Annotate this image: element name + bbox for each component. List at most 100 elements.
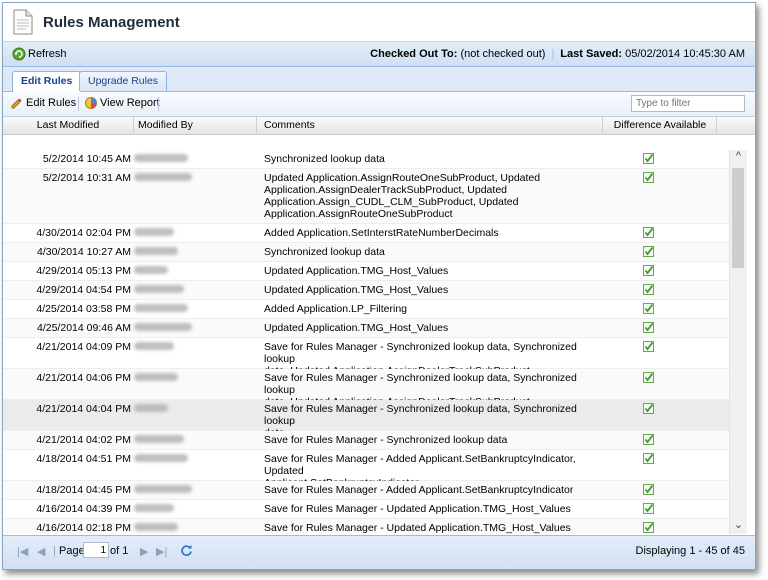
checked-out-value: (not checked out) <box>460 48 546 60</box>
table-row[interactable]: 4/30/2014 10:27 AM Synchronized lookup da… <box>3 243 729 262</box>
reload-icon[interactable] <box>180 544 193 557</box>
modified-by-cell <box>134 172 249 184</box>
last-modified-cell: 4/21/2014 04:04 PM <box>36 403 131 415</box>
tab-edit-rules[interactable]: Edit Rules <box>12 71 82 92</box>
first-page-icon[interactable]: |◀ <box>17 545 28 558</box>
comment-line: Added Application.LP_Filtering <box>264 303 408 315</box>
redacted-name <box>134 154 188 162</box>
table-row[interactable]: 4/29/2014 05:13 PM Updated Application.TM… <box>3 262 729 281</box>
comment-line: Updated Application.TMG_Host_Values <box>264 284 449 296</box>
table-row[interactable]: 4/29/2014 04:54 PM Updated Application.TM… <box>3 281 729 300</box>
table-row[interactable]: 4/16/2014 02:18 PM Save for Rules Manager… <box>3 519 729 534</box>
table-row[interactable]: 5/2/2014 10:31 AM Updated Application.Ass… <box>3 169 729 224</box>
prev-page-icon[interactable]: ◀ <box>37 545 45 558</box>
comment-line: Updated Application.TMG_Host_Values <box>264 322 449 334</box>
difference-available-cell[interactable] <box>643 453 655 467</box>
comments-cell: Save for Rules Manager - Updated Applica… <box>264 522 594 534</box>
table-row[interactable]: 4/21/2014 04:04 PM Save for Rules Manager… <box>3 400 729 439</box>
grid-body: 5/2/2014 10:45 AM Synchronized lookup dat… <box>3 150 729 534</box>
page-label: Page <box>59 545 85 557</box>
difference-available-cell[interactable] <box>643 403 655 417</box>
table-row[interactable]: 4/25/2014 09:46 AM Updated Application.TM… <box>3 319 729 338</box>
check-icon <box>643 303 654 314</box>
modified-by-cell <box>134 227 249 239</box>
last-modified-cell: 4/21/2014 04:09 PM <box>36 341 131 353</box>
column-comments[interactable]: Comments <box>258 117 603 134</box>
difference-available-cell[interactable] <box>643 322 655 336</box>
scroll-down-arrow[interactable]: ⌄ <box>730 518 747 534</box>
check-icon <box>643 265 654 276</box>
comment-line: Application.AssignDealerTrackSubProduct,… <box>264 184 507 196</box>
check-icon <box>643 372 654 383</box>
check-icon <box>643 522 654 533</box>
check-icon <box>643 403 654 414</box>
table-row[interactable]: 4/16/2014 04:39 PM Save for Rules Manager… <box>3 500 729 519</box>
check-icon <box>643 503 654 514</box>
pager-divider: | <box>53 545 56 557</box>
comments-cell: Synchronized lookup data <box>264 246 594 258</box>
column-difference-available[interactable]: Difference Available <box>604 117 717 134</box>
edit-rules-icon <box>11 98 22 109</box>
table-row[interactable]: 4/21/2014 04:02 PM Save for Rules Manager… <box>3 431 729 450</box>
scrollbar-thumb[interactable] <box>732 168 744 268</box>
difference-available-cell[interactable] <box>643 341 655 355</box>
scroll-up-arrow[interactable]: ^ <box>730 150 747 166</box>
modified-by-cell <box>134 303 249 315</box>
table-row[interactable]: 4/30/2014 02:04 PM Added Application.SetI… <box>3 224 729 243</box>
table-row[interactable]: 4/21/2014 04:06 PM Save for Rules Manager… <box>3 369 729 408</box>
page-number-input[interactable] <box>83 542 109 558</box>
last-saved-label: Last Saved: <box>560 48 623 60</box>
last-modified-cell: 4/29/2014 05:13 PM <box>36 265 131 277</box>
refresh-button[interactable]: Refresh <box>12 47 67 61</box>
difference-available-cell[interactable] <box>643 503 655 517</box>
difference-available-cell[interactable] <box>643 434 655 448</box>
vertical-scrollbar[interactable]: ^ ⌄ <box>729 150 747 534</box>
last-modified-cell: 4/25/2014 03:58 PM <box>36 303 131 315</box>
last-modified-cell: 4/30/2014 10:27 AM <box>37 246 131 258</box>
table-row[interactable]: 4/18/2014 04:51 PM Save for Rules Manager… <box>3 450 729 489</box>
comment-line: Save for Rules Manager - Added Applicant… <box>264 484 574 496</box>
comment-line: Synchronized lookup data <box>264 153 385 165</box>
column-last-modified[interactable]: Last Modified <box>3 117 134 134</box>
next-page-icon[interactable]: ▶ <box>140 545 148 558</box>
comments-cell: Save for Rules Manager - Added Applicant… <box>264 484 594 496</box>
difference-available-cell[interactable] <box>643 284 655 298</box>
comment-line: Synchronized lookup data <box>264 246 385 258</box>
page-count-label: of 1 <box>110 545 129 557</box>
comment-line: Added Application.SetInterstRateNumberDe… <box>264 227 499 239</box>
difference-available-cell[interactable] <box>643 153 655 167</box>
difference-available-cell[interactable] <box>643 522 655 534</box>
column-modified-by[interactable]: Modified By <box>134 117 257 134</box>
difference-available-cell[interactable] <box>643 246 655 260</box>
modified-by-cell <box>134 403 249 415</box>
tab-upgrade-rules[interactable]: Upgrade Rules <box>79 71 168 91</box>
last-page-icon[interactable]: ▶| <box>156 545 167 558</box>
difference-available-cell[interactable] <box>643 303 655 317</box>
modified-by-cell <box>134 341 249 353</box>
difference-available-cell[interactable] <box>643 265 655 279</box>
edit-rules-button[interactable]: Edit Rules <box>11 97 76 109</box>
rules-management-window: Rules Management Refresh Checked Out To:… <box>2 2 756 570</box>
difference-available-cell[interactable] <box>643 227 655 241</box>
table-row[interactable]: 4/21/2014 04:09 PM Save for Rules Manager… <box>3 338 729 377</box>
check-icon <box>643 153 654 164</box>
comment-line: Save for Rules Manager - Synchronized lo… <box>264 434 508 446</box>
check-icon <box>643 341 654 352</box>
grid-toolbar: Edit Rules View Report <box>3 92 755 117</box>
last-saved-value: 05/02/2014 10:45:30 AM <box>625 48 745 60</box>
filter-input[interactable] <box>631 95 745 112</box>
table-row[interactable]: 4/25/2014 03:58 PM Added Application.LP_F… <box>3 300 729 319</box>
redacted-name <box>134 285 184 293</box>
check-icon <box>643 434 654 445</box>
redacted-name <box>134 323 192 331</box>
view-report-button[interactable]: View Report <box>85 97 160 109</box>
table-row[interactable]: 5/2/2014 10:45 AM Synchronized lookup dat… <box>3 150 729 169</box>
redacted-name <box>134 504 174 512</box>
redacted-name <box>134 404 168 412</box>
difference-available-cell[interactable] <box>643 172 655 186</box>
modified-by-cell <box>134 522 249 534</box>
difference-available-cell[interactable] <box>643 372 655 386</box>
comment-line: Application.Assign_CUDL_CLM_SubProduct, … <box>264 196 519 208</box>
table-row[interactable]: 4/18/2014 04:45 PM Save for Rules Manager… <box>3 481 729 500</box>
difference-available-cell[interactable] <box>643 484 655 498</box>
